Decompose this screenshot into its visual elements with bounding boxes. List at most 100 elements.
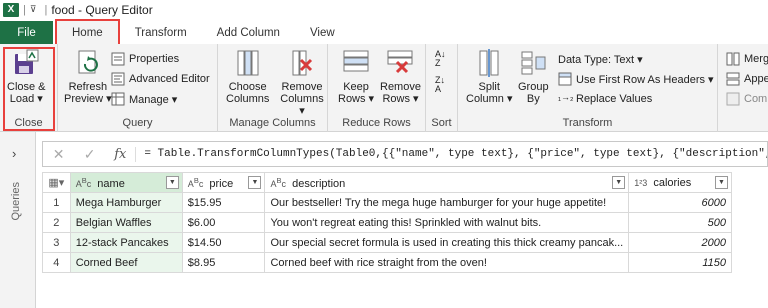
expand-chevron-icon[interactable]: › [12, 146, 16, 161]
sort-ascending-button[interactable]: A↓ Z [435, 50, 446, 70]
text-type-icon: ABc [75, 175, 92, 189]
remove-rows-label-2: Rows ▾ [382, 93, 419, 105]
remove-columns-icon [287, 48, 317, 78]
tab-add-column[interactable]: Add Column [202, 21, 295, 44]
group-label-query: Query [122, 117, 153, 129]
group-label-reduce-rows: Reduce Rows [342, 117, 411, 129]
cell-calories[interactable]: 500 [628, 212, 732, 233]
cell-name[interactable]: Corned Beef [69, 252, 183, 273]
cell-description[interactable]: Our bestseller! Try the mega huge hambur… [264, 192, 630, 213]
cell-name[interactable]: 12-stack Pancakes [69, 232, 183, 253]
column-header-name[interactable]: ABc name ▼ [69, 172, 183, 193]
keep-rows-label-2: Rows ▾ [338, 93, 375, 105]
ribbon: Close & Load ▾ Close Refresh Preview ▾ P… [0, 44, 768, 132]
tab-home[interactable]: Home [55, 19, 120, 44]
cell-name[interactable]: Belgian Waffles [69, 212, 183, 233]
row-number: 4 [42, 252, 71, 273]
replace-values-button[interactable]: ₁→₂ Replace Values [558, 90, 652, 108]
cell-description[interactable]: Our special secret formula is used in cr… [264, 232, 630, 253]
refresh-preview-button[interactable]: Refresh Preview ▾ [64, 48, 112, 105]
group-query: Refresh Preview ▾ Properties Advanced Ed… [58, 44, 218, 132]
number-type-icon: 1²3 [634, 177, 648, 188]
queries-pane-label: Queries [10, 182, 22, 221]
title-bar: X | ⊽ | food - Query Editor [0, 0, 768, 19]
filter-dropdown-icon[interactable]: ▼ [715, 176, 728, 189]
column-header-description[interactable]: ABc description ▼ [264, 172, 630, 193]
merge-icon [726, 52, 740, 66]
use-first-row-headers-button[interactable]: Use First Row As Headers ▾ [558, 70, 714, 88]
properties-icon [111, 52, 125, 66]
cell-name[interactable]: Mega Hamburger [69, 192, 183, 213]
choose-columns-button[interactable]: Choose Columns [226, 48, 269, 105]
sort-descending-icon: Z↓ A [435, 75, 445, 94]
text-type-icon: ABc [187, 175, 204, 189]
table-row[interactable]: 2 Belgian Waffles $6.00 You won't regrea… [42, 212, 732, 233]
formula-bar: ✕ ✓ fx = Table.TransformColumnTypes(Tabl… [42, 141, 768, 167]
group-close: Close & Load ▾ Close [0, 44, 58, 132]
filter-dropdown-icon[interactable]: ▼ [248, 176, 262, 189]
tab-file[interactable]: File [0, 21, 53, 44]
combine-label: Com [744, 93, 768, 105]
cell-description[interactable]: You won't regreat eating this! Sprinkled… [264, 212, 630, 233]
remove-columns-button[interactable]: Remove Columns ▾ [277, 48, 327, 117]
properties-button[interactable]: Properties [111, 50, 179, 68]
quick-access-dropdown-icon[interactable]: ⊽ [30, 4, 37, 15]
column-description-label: description [292, 177, 346, 190]
group-transform: Split Column ▾ Group By Data Type: Text … [458, 44, 718, 132]
remove-columns-label-2: Columns ▾ [280, 93, 324, 117]
data-type-dropdown[interactable]: Data Type: Text ▾ [558, 50, 643, 68]
keep-rows-button[interactable]: Keep Rows ▾ [338, 48, 374, 105]
group-by-button[interactable]: Group By [518, 48, 549, 105]
fx-icon[interactable]: fx [105, 146, 137, 162]
filter-dropdown-icon[interactable]: ▼ [612, 176, 626, 189]
cell-calories[interactable]: 6000 [628, 192, 732, 213]
group-label-sort: Sort [431, 117, 452, 129]
group-by-label-1: Group [518, 81, 549, 93]
split-column-button[interactable]: Split Column ▾ [466, 48, 512, 105]
formula-text[interactable]: = Table.TransformColumnTypes(Table0,{{"n… [136, 148, 767, 160]
cell-price[interactable]: $14.50 [181, 232, 266, 253]
column-header-calories[interactable]: 1²3 calories ▼ [628, 172, 732, 193]
first-row-headers-icon [558, 72, 572, 86]
group-by-label-2: By [526, 93, 540, 105]
table-row[interactable]: 3 12-stack Pancakes $14.50 Our special s… [42, 232, 732, 253]
data-grid: ▦▾ ABc name ▼ ABc price ▼ ABc descriptio… [42, 172, 732, 273]
remove-rows-button[interactable]: Remove Rows ▾ [380, 48, 421, 105]
use-first-row-label: Use First Row As Headers ▾ [576, 73, 714, 86]
column-name-label: name [97, 177, 125, 190]
row-number: 1 [42, 192, 71, 213]
tab-transform[interactable]: Transform [120, 21, 202, 44]
choose-columns-label-1: Choose [228, 81, 267, 93]
queries-pane: › Queries [0, 132, 36, 308]
append-queries-button[interactable]: Appe [726, 70, 768, 88]
column-header-price[interactable]: ABc price ▼ [181, 172, 266, 193]
cell-calories[interactable]: 1150 [628, 252, 732, 273]
group-label-manage-columns: Manage Columns [229, 117, 316, 129]
advanced-editor-button[interactable]: Advanced Editor [111, 70, 210, 88]
split-column-label-1: Split [478, 81, 500, 93]
manage-button[interactable]: Manage ▾ [111, 90, 177, 108]
table-row[interactable]: 1 Mega Hamburger $15.95 Our bestseller! … [42, 192, 732, 213]
tab-view[interactable]: View [295, 21, 350, 44]
combine-binaries-button[interactable]: Com [726, 90, 767, 108]
cancel-formula-icon[interactable]: ✕ [43, 146, 74, 163]
sort-descending-button[interactable]: Z↓ A [435, 76, 445, 96]
table-row[interactable]: 4 Corned Beef $8.95 Corned beef with ric… [42, 252, 732, 273]
sort-ascending-icon: A↓ Z [435, 49, 446, 68]
advanced-editor-icon [111, 72, 125, 86]
header-row: ▦▾ ABc name ▼ ABc price ▼ ABc descriptio… [42, 172, 732, 193]
cell-price[interactable]: $6.00 [181, 212, 266, 233]
cell-description[interactable]: Corned beef with rice straight from the … [264, 252, 630, 273]
window-title: food - Query Editor [51, 2, 153, 17]
group-manage-columns: Choose Columns Remove Columns ▾ Manage C… [218, 44, 328, 132]
cell-price[interactable]: $15.95 [181, 192, 266, 213]
filter-dropdown-icon[interactable]: ▼ [165, 176, 179, 189]
confirm-formula-icon[interactable]: ✓ [74, 146, 105, 163]
cell-calories[interactable]: 2000 [628, 232, 732, 253]
table-menu-corner[interactable]: ▦▾ [42, 172, 71, 193]
split-column-icon [474, 48, 504, 78]
title-separator-2: | [44, 3, 48, 16]
cell-price[interactable]: $8.95 [181, 252, 266, 273]
refresh-label-1: Refresh [68, 81, 108, 93]
merge-queries-button[interactable]: Merg [726, 50, 768, 68]
